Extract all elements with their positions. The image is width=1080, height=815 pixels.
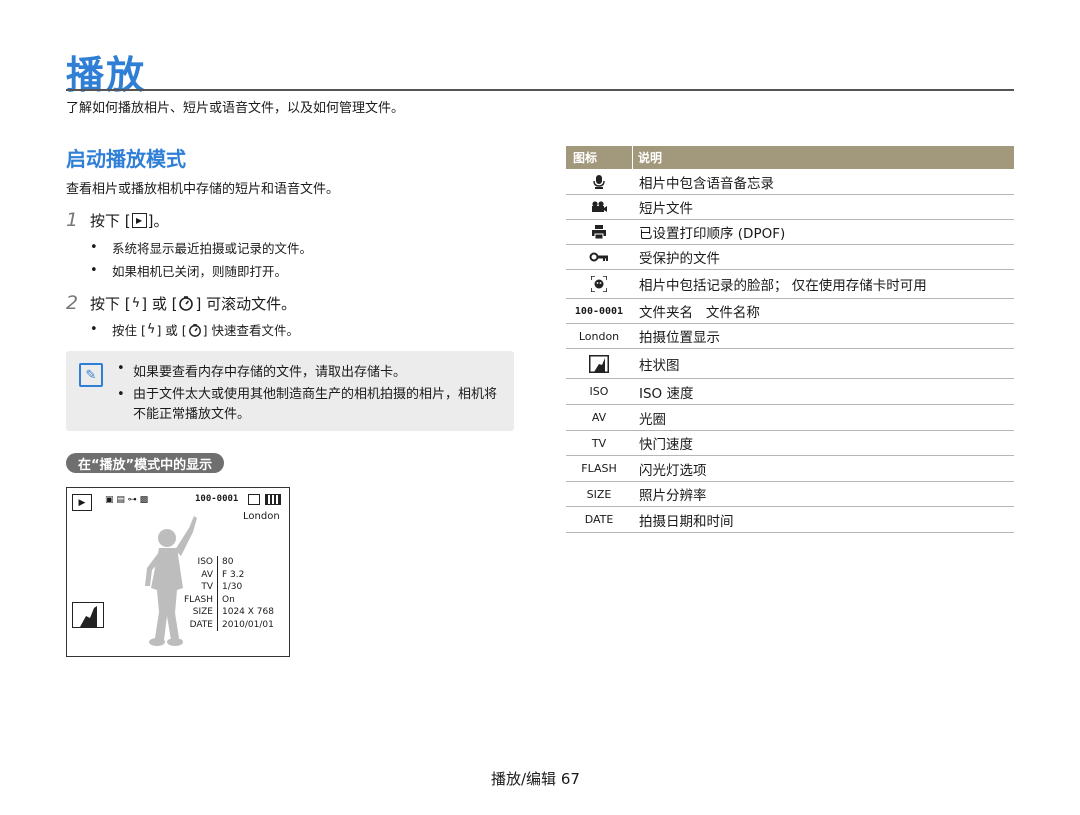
histogram-icon xyxy=(72,602,104,628)
info-divider xyxy=(217,556,218,631)
step-text-pre: 按下 [ xyxy=(90,211,131,230)
table-row: 短片文件 xyxy=(566,195,1014,220)
play-mode-icon: ▶ xyxy=(72,494,92,511)
timer-icon xyxy=(188,323,202,337)
intro-text: 了解如何播放相片、短片或语音文件，以及如何管理文件。 xyxy=(66,101,405,116)
table-row: 100-0001 文件夹名 文件名称 xyxy=(566,299,1014,324)
movie-camera-icon xyxy=(566,201,632,213)
step-text-mid: ] 或 [ xyxy=(141,294,178,313)
section-description: 查看相片或播放相机中存储的短片和语音文件。 xyxy=(66,182,340,197)
screen-info-values: 80 F 3.2 1/30 On 1024 X 768 2010/01/01 xyxy=(222,557,274,630)
table-row: 已设置打印顺序 (DPOF) xyxy=(566,220,1014,245)
step-text-pre: 按下 [ xyxy=(90,294,131,313)
table-row: FLASH 闪光灯选项 xyxy=(566,456,1014,482)
step-2: 2 按下 [ ϟ ] 或 [ ] 可滚动文件。 xyxy=(66,292,296,314)
note-item: • 如果要查看内存中存储的文件，请取出存储卡。 xyxy=(117,361,407,380)
page-footer: 播放/编辑 67 xyxy=(491,770,580,788)
section-title: 启动播放模式 xyxy=(66,147,186,171)
date-label: DATE xyxy=(584,513,614,526)
screen-info-labels: ISO AV TV FLASH SIZE DATE xyxy=(183,557,213,630)
location-label: London xyxy=(243,511,280,522)
step-number: 2 xyxy=(66,292,79,314)
list-item: • 系统将显示最近拍摄或记录的文件。 xyxy=(90,240,313,256)
table-row: DATE 拍摄日期和时间 xyxy=(566,507,1014,533)
timer-icon xyxy=(178,295,194,311)
file-number: 100-0001 xyxy=(195,494,239,504)
av-label: AV xyxy=(591,411,607,424)
header-icon-col: 图标 xyxy=(573,151,598,165)
memory-icon xyxy=(248,494,260,505)
histogram-icon xyxy=(566,354,632,373)
header-desc-col: 说明 xyxy=(632,146,662,169)
table-row: ISO ISO 速度 xyxy=(566,379,1014,405)
status-icons: ▣ ▤ ⊶ ▩ xyxy=(105,495,149,505)
tv-label: TV xyxy=(591,436,607,450)
table-row: 柱状图 xyxy=(566,349,1014,379)
list-item: • 如果相机已关闭，则随即打开。 xyxy=(90,263,288,279)
table-row: London 拍摄位置显示 xyxy=(566,324,1014,349)
file-number-label: 100-0001 xyxy=(574,305,624,317)
list-item: • 按住 [ ϟ ] 或 [ ] 快速查看文件。 xyxy=(90,322,299,338)
size-label: SIZE xyxy=(586,487,612,501)
table-row: SIZE 照片分辨率 xyxy=(566,482,1014,507)
step-text-post: ] 可滚动文件。 xyxy=(195,294,297,313)
step-1: 1 按下 [ ▶ ]。 xyxy=(66,209,168,231)
location-label: London xyxy=(578,329,620,343)
play-button-icon: ▶ xyxy=(131,212,147,228)
table-row: 相片中包括记录的脸部； 仅在使用存储卡时可用 xyxy=(566,270,1014,299)
icon-table: 图标 说明 相片中包含语音备忘录 短片文件 已设置打印顺序 (DPOF) 受保护… xyxy=(566,146,1014,533)
flash-icon: ϟ xyxy=(146,322,156,337)
flash-icon: ϟ xyxy=(131,295,141,311)
iso-label: ISO xyxy=(589,385,609,398)
table-row: AV 光圈 xyxy=(566,405,1014,431)
flash-label: FLASH xyxy=(581,462,617,475)
microphone-icon xyxy=(566,174,632,189)
step-number: 1 xyxy=(66,209,79,231)
table-row: 受保护的文件 xyxy=(566,245,1014,270)
table-row: TV 快门速度 xyxy=(566,431,1014,456)
printer-icon xyxy=(566,225,632,239)
face-icon xyxy=(566,276,632,292)
display-section-title: 在“播放”模式中的显示 xyxy=(66,453,225,473)
battery-icon xyxy=(265,494,281,505)
note-item: • 由于文件太大或使用其他制造商生产的相机拍摄的相片，相机将不能正常播放文件。 xyxy=(117,387,498,422)
table-row: 相片中包含语音备忘录 xyxy=(566,169,1014,195)
key-icon xyxy=(566,252,632,262)
step-text-post: ]。 xyxy=(147,211,169,230)
camera-screen-illustration: ▶ ▣ ▤ ⊶ ▩ 100-0001 London ISO AV TV FLAS… xyxy=(66,487,290,657)
note-pencil-icon: ✎ xyxy=(79,363,103,387)
table-header: 图标 说明 xyxy=(566,146,1014,169)
title-divider xyxy=(66,89,1014,91)
